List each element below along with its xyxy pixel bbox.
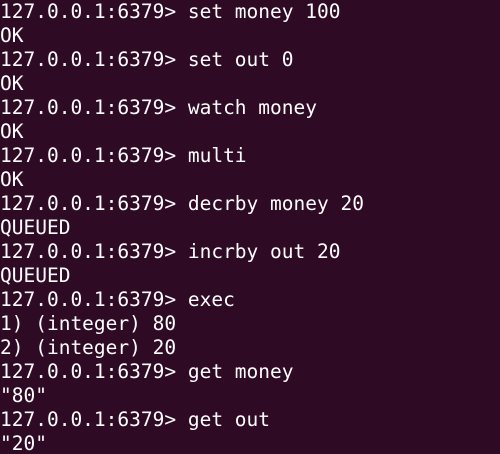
terminal-line: QUEUED	[0, 264, 500, 288]
terminal-window[interactable]: 127.0.0.1:6379> set money 100 OK 127.0.0…	[0, 0, 500, 454]
terminal-line: 127.0.0.1:6379> decrby money 20	[0, 192, 500, 216]
output-text: 2) (integer) 20	[0, 336, 177, 359]
terminal-line: "80"	[0, 384, 500, 408]
prompt: 127.0.0.1:6379>	[0, 192, 188, 215]
prompt: 127.0.0.1:6379>	[0, 96, 188, 119]
prompt: 127.0.0.1:6379>	[0, 144, 188, 167]
command-text: watch money	[187, 96, 317, 119]
output-text: "20"	[0, 432, 47, 454]
terminal-line: 127.0.0.1:6379> set money 100	[0, 0, 500, 24]
terminal-line: 127.0.0.1:6379> exec	[0, 288, 500, 312]
prompt: 127.0.0.1:6379>	[0, 0, 188, 23]
terminal-line: 2) (integer) 20	[0, 336, 500, 360]
output-text: 1) (integer) 80	[0, 312, 177, 335]
output-text: "80"	[0, 384, 47, 407]
output-text: QUEUED	[0, 216, 71, 239]
terminal-line: 127.0.0.1:6379> get out	[0, 408, 500, 432]
command-text: set out 0	[187, 48, 294, 71]
command-text: exec	[187, 288, 235, 311]
prompt: 127.0.0.1:6379>	[0, 360, 188, 383]
terminal-line: 127.0.0.1:6379> get money	[0, 360, 500, 384]
output-text: QUEUED	[0, 264, 71, 287]
command-text: decrby money 20	[187, 192, 364, 215]
output-text: OK	[0, 24, 24, 47]
prompt: 127.0.0.1:6379>	[0, 240, 188, 263]
terminal-line: OK	[0, 168, 500, 192]
terminal-line: OK	[0, 72, 500, 96]
terminal-line: 127.0.0.1:6379> multi	[0, 144, 500, 168]
terminal-line: 127.0.0.1:6379> incrby out 20	[0, 240, 500, 264]
terminal-line: OK	[0, 24, 500, 48]
terminal-line: OK	[0, 120, 500, 144]
output-text: OK	[0, 120, 24, 143]
command-text: get money	[187, 360, 294, 383]
terminal-line: 1) (integer) 80	[0, 312, 500, 336]
output-text: OK	[0, 72, 24, 95]
command-text: multi	[187, 144, 247, 167]
prompt: 127.0.0.1:6379>	[0, 288, 188, 311]
command-text: incrby out 20	[187, 240, 341, 263]
terminal-line: "20"	[0, 432, 500, 454]
terminal-line: 127.0.0.1:6379> set out 0	[0, 48, 500, 72]
terminal-line: 127.0.0.1:6379> watch money	[0, 96, 500, 120]
command-text: get out	[187, 408, 271, 431]
terminal-screen[interactable]: 127.0.0.1:6379> set money 100 OK 127.0.0…	[0, 0, 500, 454]
command-text: set money 100	[187, 0, 341, 23]
prompt: 127.0.0.1:6379>	[0, 408, 188, 431]
prompt: 127.0.0.1:6379>	[0, 48, 188, 71]
terminal-line: QUEUED	[0, 216, 500, 240]
output-text: OK	[0, 168, 24, 191]
